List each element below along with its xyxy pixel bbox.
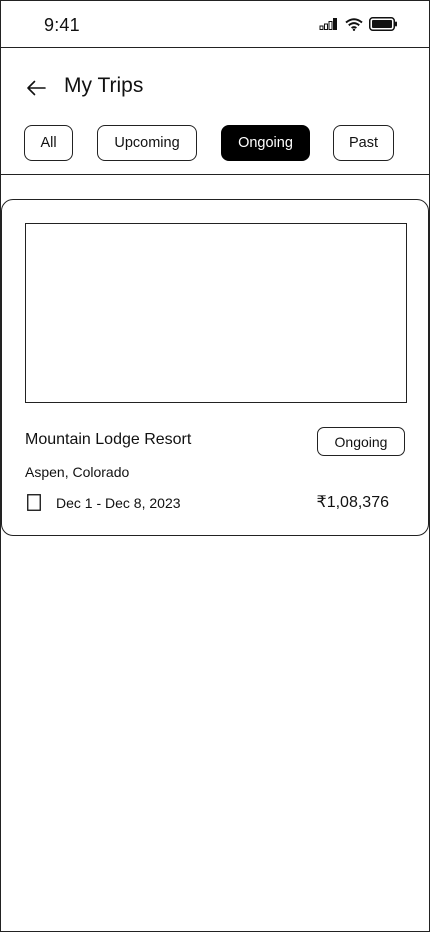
trip-name: Mountain Lodge Resort [25, 431, 192, 448]
trip-price: ₹1,08,376 [316, 494, 389, 511]
tab-past[interactable]: Past [333, 125, 394, 161]
battery-icon [369, 17, 397, 31]
page-header: My Trips All Upcoming Ongoing Past [1, 48, 429, 175]
tab-all[interactable]: All [24, 125, 73, 161]
tab-ongoing[interactable]: Ongoing [221, 125, 310, 161]
calendar-icon [27, 494, 41, 511]
trip-dates: Dec 1 - Dec 8, 2023 [56, 495, 181, 511]
status-icons [319, 17, 398, 31]
app-screen: 9:41 My Trips All Upcoming Ongoing Past … [0, 0, 430, 932]
status-bar: 9:41 [1, 1, 429, 48]
back-button[interactable] [24, 76, 48, 100]
status-time: 9:41 [44, 15, 80, 35]
wifi-icon [345, 17, 363, 31]
trip-location: Aspen, Colorado [25, 464, 130, 480]
trip-card[interactable]: Mountain Lodge Resort Ongoing Aspen, Col… [1, 199, 429, 536]
status-badge: Ongoing [317, 427, 405, 456]
arrow-left-icon [27, 80, 46, 96]
signal-icon [319, 18, 337, 30]
page-title: My Trips [64, 74, 144, 97]
tab-upcoming[interactable]: Upcoming [97, 125, 197, 161]
trip-image-placeholder [25, 223, 407, 403]
